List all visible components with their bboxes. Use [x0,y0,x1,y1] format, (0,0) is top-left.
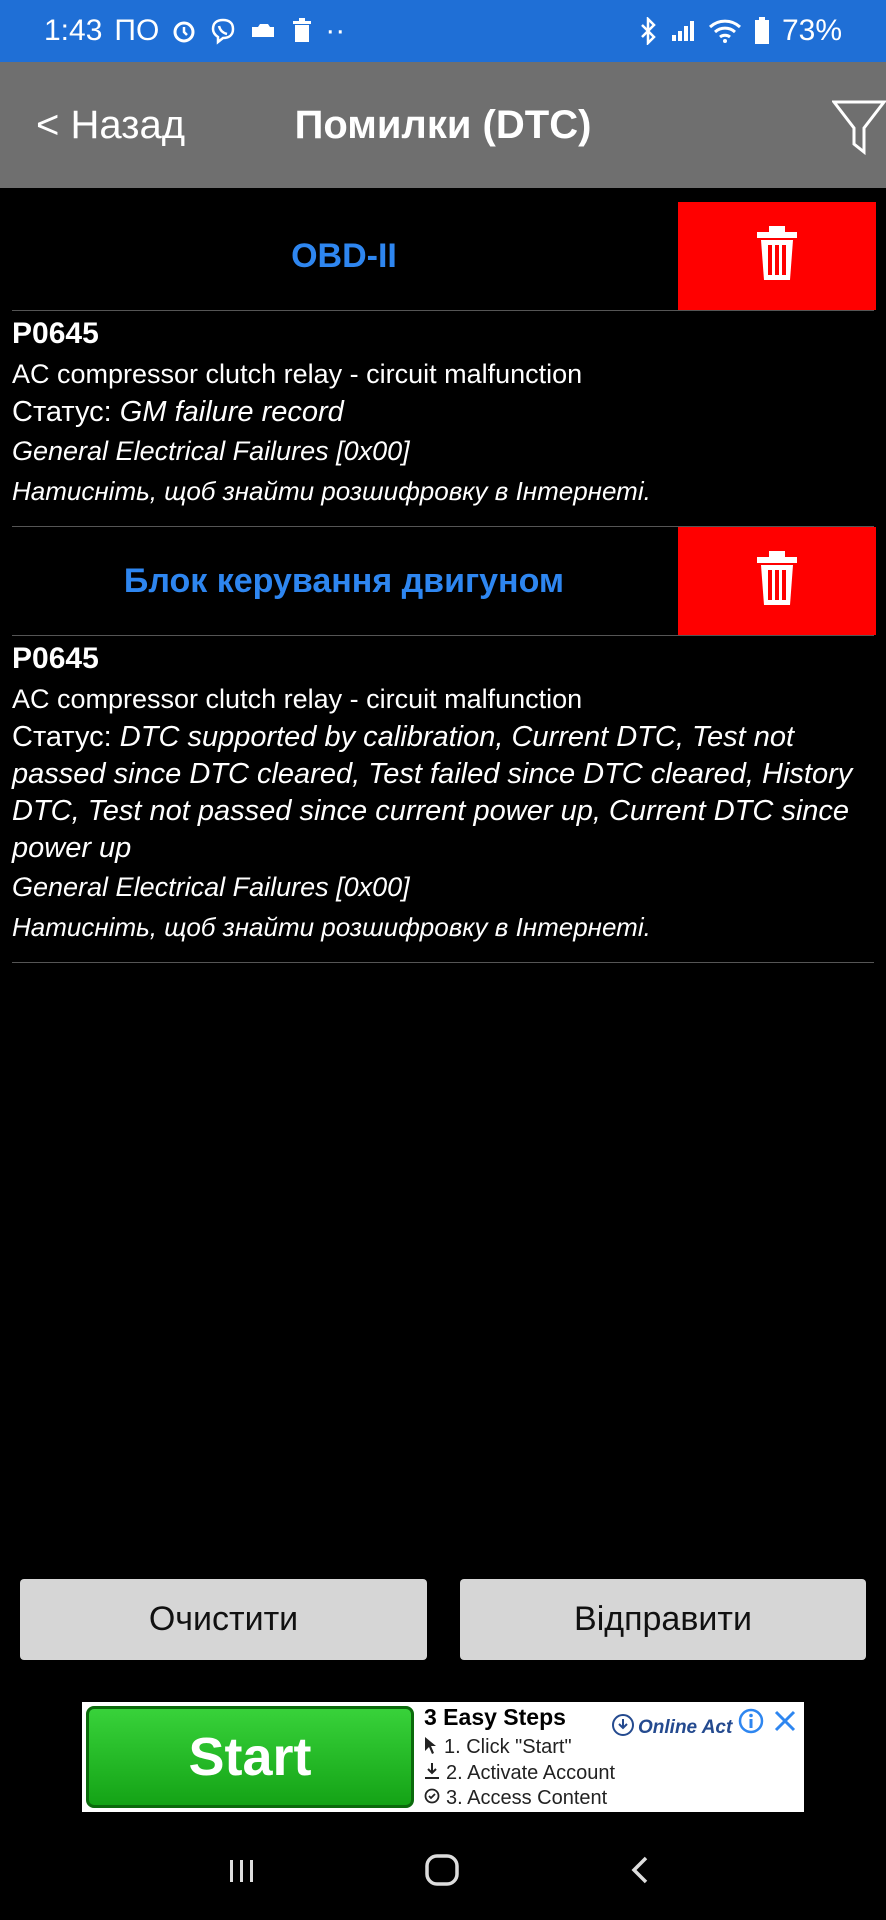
alarm-icon [171,18,197,44]
trash-icon [755,550,799,612]
divider [12,635,874,636]
module-title: OBD-II [291,236,397,275]
ad-info-icon[interactable] [738,1708,764,1734]
ad-close-icon[interactable] [772,1708,798,1734]
filter-icon[interactable] [830,98,886,156]
module-title: Блок керування двигуном [123,561,565,600]
trash-icon [755,225,799,287]
dtc-code: P0645 [12,317,99,350]
signal-icon [670,19,696,43]
status-carrier: ПО [114,14,160,47]
download-icon [424,1762,440,1785]
ad-steps-title: 3 Easy Steps [424,1704,566,1730]
dtc-status: Статус: DTC supported by calibration, Cu… [12,719,872,867]
dtc-status-value: GM failure record [119,396,344,428]
dtc-status-value: DTC supported by calibration, Current DT… [12,721,853,864]
divider [12,962,874,963]
divider [12,310,874,311]
wifi-icon [708,18,742,44]
bluetooth-icon [638,17,658,45]
dtc-description: AC compressor clutch relay - circuit mal… [12,684,583,714]
dtc-description: AC compressor clutch relay - circuit mal… [12,359,583,389]
ad-step: 3. Access Content [424,1787,607,1810]
dtc-search-hint[interactable]: Натисніть, щоб знайти розшифровку в Інте… [12,471,872,511]
trash-status-icon [291,18,313,44]
back-nav-icon[interactable] [620,1850,660,1890]
delete-button[interactable] [678,527,876,635]
dtc-category: General Electrical Failures [0x00] [12,436,410,466]
dtc-code: P0645 [12,642,99,675]
dtc-status-label: Статус: [12,721,120,753]
battery-level: 73% [781,14,842,47]
module-header-obd: OBD-II [0,202,886,310]
dtc-category: General Electrical Failures [0x00] [12,872,410,902]
delete-button[interactable] [678,202,876,310]
ad-step: 1. Click "Start" [424,1736,572,1759]
dtc-item[interactable]: P0645 AC compressor clutch relay - circu… [12,639,872,947]
dtc-search-hint[interactable]: Натисніть, щоб знайти розшифровку в Інте… [12,907,872,947]
back-button[interactable]: < Назад [36,62,185,188]
module-header-engine: Блок керування двигуном [0,527,886,635]
dtc-status: Статус: GM failure record [12,394,872,431]
ad-start-button[interactable]: Start [86,1706,414,1808]
viber-icon [209,17,237,45]
recent-apps-icon[interactable] [222,1850,262,1890]
check-circle-icon [424,1788,440,1809]
ad-step: 2. Activate Account [424,1762,615,1785]
app-header: < Назад Помилки (DTC) [0,62,886,188]
clear-button[interactable]: Очистити [20,1579,427,1660]
status-time: 1:43 [44,14,103,47]
status-more-dots: ·· [325,14,346,47]
send-button[interactable]: Відправити [460,1579,866,1660]
cursor-icon [424,1736,438,1759]
dtc-item[interactable]: P0645 AC compressor clutch relay - circu… [12,314,872,511]
navigation-bar [0,1820,886,1920]
ad-banner[interactable]: Start 3 Easy Steps 1. Click "Start" 2. A… [82,1702,804,1812]
dtc-status-label: Статус: [12,396,120,428]
car-engine-icon [249,19,279,43]
ad-brand: Online Act [612,1714,732,1742]
download-circle-icon [612,1714,634,1742]
home-icon[interactable] [422,1850,462,1890]
battery-icon [754,17,770,45]
status-bar: 1:43 ПО ·· 73% [0,0,886,62]
